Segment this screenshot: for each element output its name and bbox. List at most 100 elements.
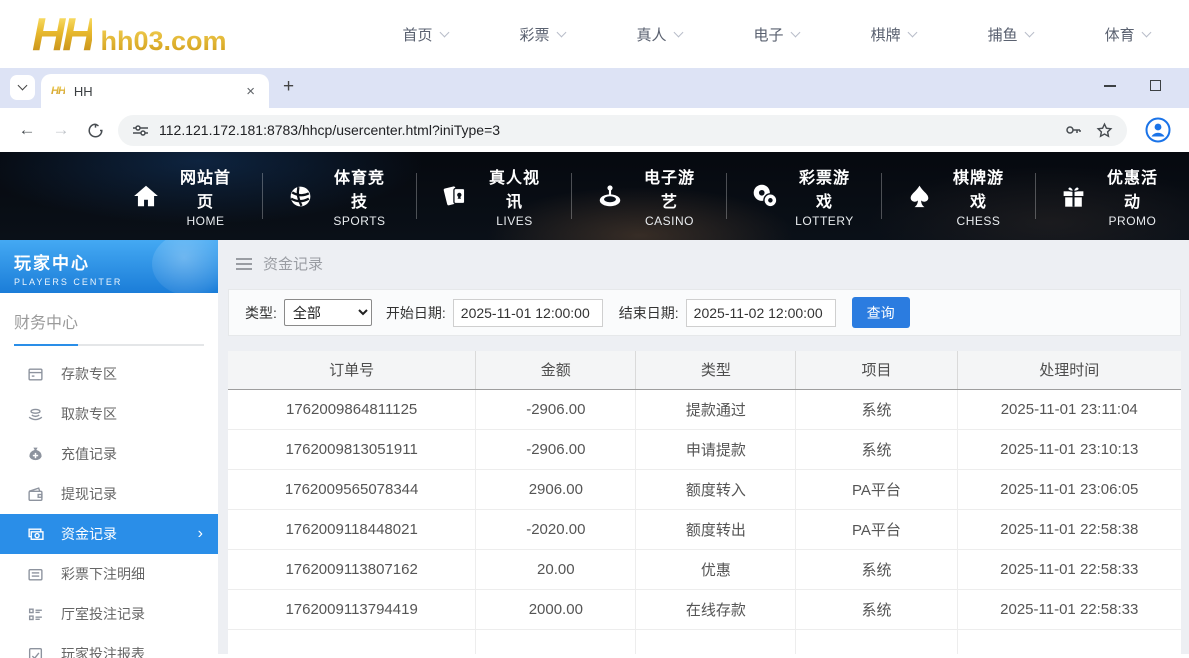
profile-avatar-icon[interactable] [1145,117,1171,143]
cell-order-no: 1762009118448021 [228,509,477,550]
tab-favicon: HH [51,85,66,97]
nav-subtitle: HOME [186,214,225,228]
cell-amount: 2000.00 [475,589,637,630]
reload-button[interactable] [78,113,112,147]
browser-url-bar: ← → 112.121.172.181:8783/hhcp/usercenter… [0,108,1189,152]
casino-roulette-icon [599,185,621,207]
nav-item-lottery[interactable]: 彩票游戏 LOTTERY [727,170,882,228]
chevron-down-icon [1024,27,1035,37]
chevron-down-icon [673,27,683,37]
nav-subtitle: CASINO [644,214,694,228]
sidebar-item-withdraw-zone[interactable]: 取款专区 [0,394,218,434]
sidebar: 玩家中心 PLAYERS CENTER 财务中心 存款专区 取款专区 充值记录 … [0,240,218,658]
table-row: 1762009864811125 -2906.00 提款通过 系统 2025-1… [228,389,1181,430]
cell-amount: 20.00 [475,549,637,590]
sidebar-item-label: 存款专区 [61,366,117,382]
nav-subtitle: PROMO [1108,214,1157,228]
cell-project: 系统 [795,429,958,470]
cell-amount: -2020.00 [475,509,637,550]
table-header-row: 订单号 金额 类型 项目 处理时间 [228,351,1181,390]
site-nav-live[interactable]: 真人 [601,24,718,45]
deposit-icon [28,367,43,381]
window-controls [1104,80,1161,91]
home-icon [134,185,158,207]
cell-time: 2025-11-01 22:58:33 [957,589,1181,630]
nav-title: 棋牌游戏 [952,170,1004,211]
table-row: 1762009113794419 2000.00 在线存款 系统 2025-11… [228,589,1181,630]
cell-time: 2025-11-01 22:58:33 [957,549,1181,590]
table-row: 1762009113807162 20.00 优惠 系统 2025-11-01 … [228,549,1181,590]
nav-title: 真人视讯 [488,170,540,211]
cell-amount: -2906.00 [475,389,637,430]
sidebar-item-player-bet-report[interactable]: 玩家投注报表 [0,634,218,658]
search-button[interactable]: 查询 [851,297,910,328]
col-header-time: 处理时间 [957,351,1181,390]
nav-item-sports[interactable]: 体育竞技 SPORTS [263,170,417,228]
site-info-icon[interactable] [132,122,149,139]
cell-project: 系统 [795,389,958,430]
nav-item-home[interactable]: 网站首页 HOME [108,170,263,228]
browser-tab-strip: HH HH × + [0,68,1189,108]
logo-hh-text: HH [32,8,95,60]
bookmark-star-icon[interactable] [1096,121,1113,139]
sidebar-item-label: 充值记录 [61,446,117,462]
site-nav-chess[interactable]: 棋牌 [835,24,952,45]
nav-subtitle: LIVES [496,214,533,228]
chevron-down-icon [556,27,566,37]
forward-button[interactable]: → [44,113,78,147]
cell-project: PA平台 [795,509,958,550]
report-icon [28,647,43,658]
sidebar-subtitle: PLAYERS CENTER [14,277,123,287]
table-row: 1762009118448021 -2020.00 额度转出 PA平台 2025… [228,509,1181,550]
sidebar-title: 玩家中心 [14,254,90,273]
nav-item-promo[interactable]: 优惠活动 PROMO [1036,170,1189,228]
site-nav-home[interactable]: 首页 [367,24,484,45]
cell-time: 2025-11-01 22:58:38 [957,509,1181,550]
nav-item-lives[interactable]: 真人视讯 LIVES [417,170,572,228]
window-minimize-button[interactable] [1104,84,1116,87]
table-row: 1762009565078344 2906.00 额度转入 PA平台 2025-… [228,469,1181,510]
col-header-amount: 金额 [475,351,637,390]
password-key-icon[interactable] [1064,121,1082,139]
sidebar-item-lottery-bet-detail[interactable]: 彩票下注明细 [0,554,218,594]
site-nav-label: 棋牌 [870,26,901,44]
omnibox[interactable]: 112.121.172.181:8783/hhcp/usercenter.htm… [118,114,1127,146]
tab-close-icon[interactable]: × [242,83,259,100]
site-nav-slots[interactable]: 电子 [718,24,835,45]
site-nav-label: 体育 [1104,26,1135,44]
tab-title: HH [73,83,93,99]
sidebar-item-funds-records[interactable]: 资金记录 › [0,514,218,554]
section-title: 财务中心 [14,315,79,332]
sidebar-item-hall-bet-records[interactable]: 厅室投注记录 [0,594,218,634]
new-tab-button[interactable]: + [283,76,294,98]
col-header-order-no: 订单号 [228,351,477,390]
tab-search-button[interactable] [10,75,35,100]
nav-item-chess[interactable]: 棋牌游戏 CHESS [882,170,1036,228]
type-select[interactable]: 全部 [283,299,372,326]
nav-subtitle: SPORTS [333,214,386,228]
sidebar-item-label: 取款专区 [61,406,117,422]
back-button[interactable]: ← [10,113,44,147]
site-logo[interactable]: HH hh03.com [32,11,227,57]
browser-tab[interactable]: HH HH × [41,74,269,108]
nav-title: 网站首页 [179,170,231,211]
site-nav-sports[interactable]: 体育 [1069,24,1186,45]
window-maximize-button[interactable] [1150,80,1161,91]
live-cards-icon [443,186,466,206]
url-text[interactable]: 112.121.172.181:8783/hhcp/usercenter.htm… [159,122,1050,138]
nav-item-casino[interactable]: 电子游艺 CASINO [572,170,727,228]
sidebar-item-deposit-zone[interactable]: 存款专区 [0,354,218,394]
site-nav-lottery[interactable]: 彩票 [484,24,601,45]
site-nav: 首页 彩票 真人 电子 棋牌 捕鱼 体育 [367,24,1186,45]
sidebar-item-label: 玩家投注报表 [61,646,145,658]
table-row-partial [228,629,1181,654]
sidebar-item-recharge-records[interactable]: 充值记录 [0,434,218,474]
sidebar-item-withdrawal-records[interactable]: 提现记录 [0,474,218,514]
site-nav-fishing[interactable]: 捕鱼 [952,24,1069,45]
sidebar-menu: 存款专区 取款专区 充值记录 提现记录 资金记录 › 彩票下注明细 厅室投注记录… [0,354,218,658]
menu-hamburger-icon[interactable] [236,257,252,270]
start-date-input[interactable] [452,298,603,327]
funds-table: 订单号 金额 类型 项目 处理时间 1762009864811125 -2906… [228,351,1181,654]
end-date-input[interactable] [685,298,836,327]
site-nav-label: 首页 [402,26,433,44]
